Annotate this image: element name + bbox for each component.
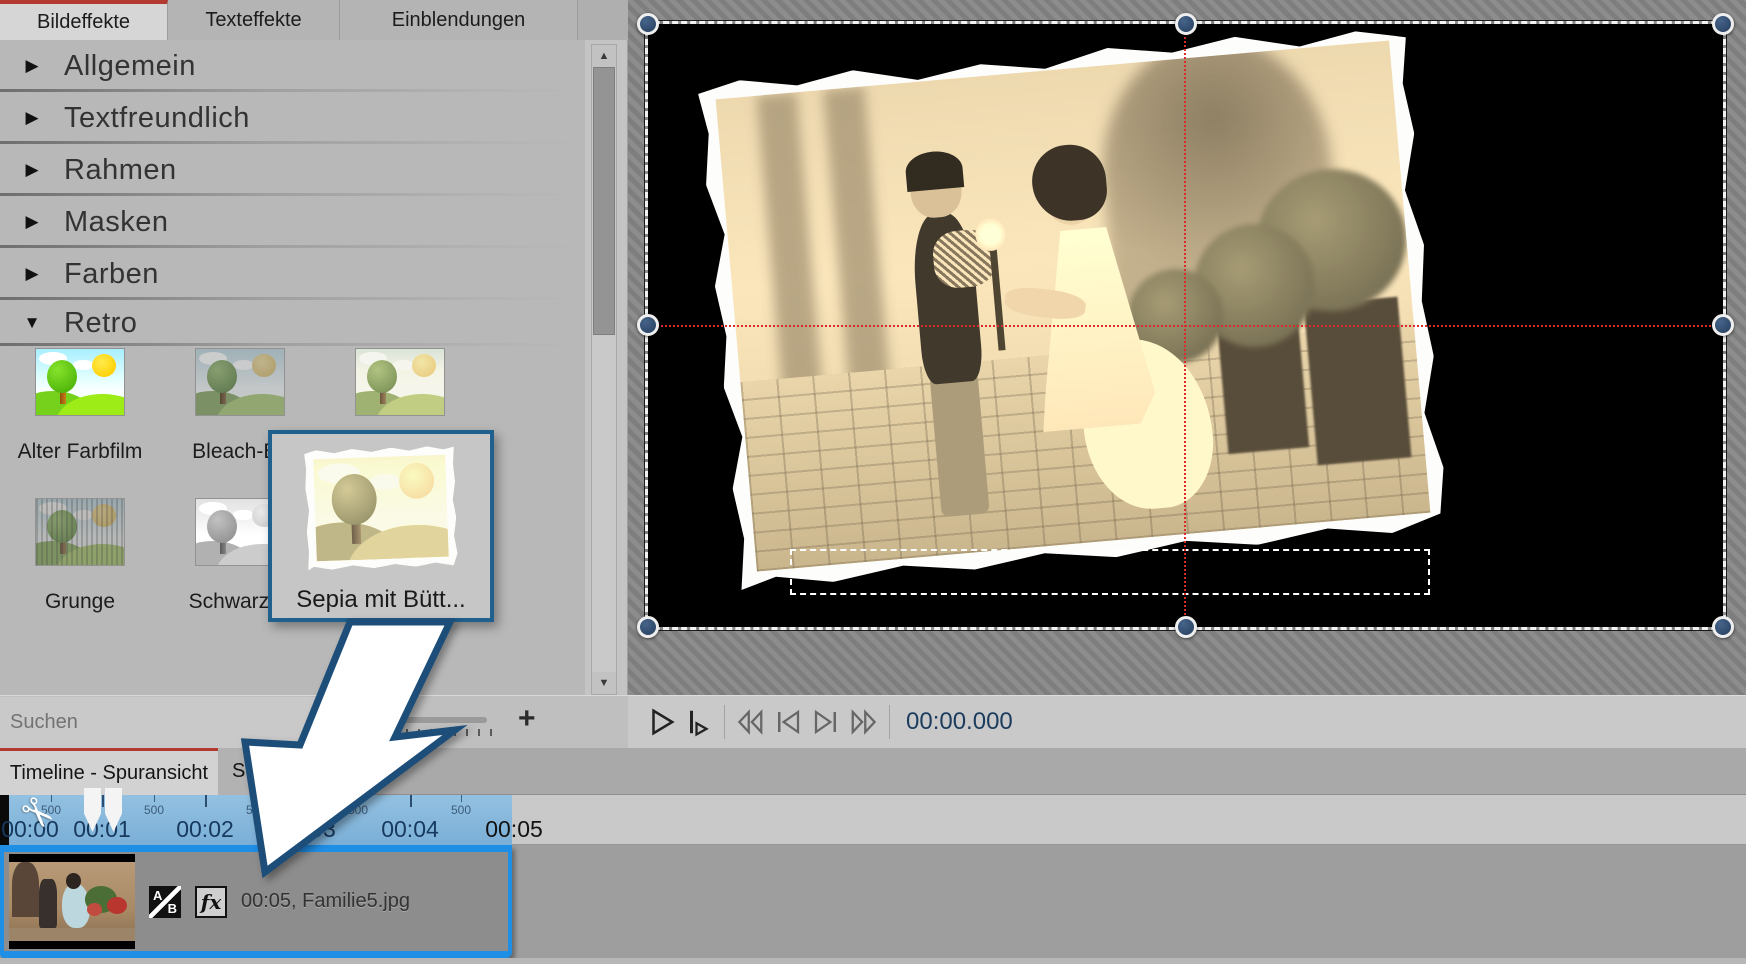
tab-label: Timeline - Spuransicht — [10, 762, 208, 785]
effect-faded[interactable] — [356, 349, 444, 415]
category-label: Retro — [64, 307, 137, 340]
fast-forward-icon — [848, 707, 880, 737]
effect-thumbnail — [36, 499, 124, 565]
ruler-time-label: 00:05 — [485, 816, 543, 843]
ruler-sub-label: 500 — [144, 803, 164, 817]
tab-einblendungen[interactable]: Einblendungen — [340, 0, 578, 40]
selection-handle-top-left[interactable] — [637, 13, 659, 35]
effect-thumbnail — [196, 349, 284, 415]
effect-alter-farbfilm[interactable] — [36, 349, 124, 415]
tab-timeline-spuransicht[interactable]: Timeline - Spuransicht — [0, 748, 218, 795]
text-ab-icon[interactable]: A B — [149, 886, 181, 918]
preview-canvas — [628, 0, 1746, 695]
app-window: Bildeffekte Texteffekte Einblendungen ▶ … — [0, 0, 1746, 964]
photo-familie5[interactable] — [697, 22, 1449, 590]
chevron-down-icon: ▼ — [0, 313, 64, 333]
tab-bildeffekte[interactable]: Bildeffekte — [0, 0, 168, 40]
play-from-cursor-icon — [684, 707, 714, 737]
effect-thumbnail — [36, 349, 124, 415]
fx-effects-icon[interactable]: fx — [195, 886, 227, 918]
effect-grunge[interactable] — [36, 499, 124, 565]
skip-start-icon — [772, 707, 804, 737]
scroll-up-button[interactable]: ▲ — [592, 45, 616, 67]
effect-bleach-bypass[interactable] — [196, 349, 284, 415]
chevron-right-icon: ▶ — [0, 212, 64, 232]
chevron-right-icon: ▶ — [0, 264, 64, 284]
category-label: Masken — [64, 206, 169, 239]
dragged-effect-sepia[interactable]: Sepia mit Bütt... — [268, 430, 494, 622]
tab-label: Bildeffekte — [37, 11, 130, 34]
dragged-effect-thumbnail — [304, 445, 458, 570]
rewind-button[interactable] — [731, 704, 769, 740]
center-guide-horizontal — [648, 325, 1723, 327]
play-from-position-button[interactable] — [680, 704, 718, 740]
effect-thumbnail — [356, 349, 444, 415]
category-textfreundlich[interactable]: ▶ Textfreundlich — [0, 92, 585, 144]
previous-frame-button[interactable] — [769, 704, 807, 740]
photo-content — [716, 40, 1431, 571]
play-icon — [646, 707, 676, 737]
selection-handle-bottom-center[interactable] — [1175, 616, 1197, 638]
clip-label: 00:05, Familie5.jpg — [241, 890, 410, 913]
scrollbar-thumb[interactable] — [593, 67, 615, 335]
play-button[interactable] — [642, 704, 680, 740]
text-placeholder-box[interactable] — [790, 549, 1430, 595]
playback-time: 00:00.000 — [906, 708, 1013, 736]
panel-scrollbar[interactable]: ▲ ▼ — [591, 44, 617, 695]
dragged-effect-label: Sepia mit Bütt... — [272, 586, 490, 614]
category-masken[interactable]: ▶ Masken — [0, 196, 585, 248]
chevron-right-icon: ▶ — [0, 108, 64, 128]
selection-handle-top-right[interactable] — [1712, 13, 1734, 35]
effect-label: Grunge — [0, 590, 160, 620]
selection-handle-top-center[interactable] — [1175, 13, 1197, 35]
zoom-in-button[interactable]: + — [518, 704, 536, 734]
category-label: Farben — [64, 258, 159, 291]
transport-bar: 00:00.000 — [628, 695, 1746, 748]
category-label: Allgemein — [64, 50, 196, 83]
clip-thumbnail — [9, 854, 135, 949]
selection-handle-bottom-left[interactable] — [637, 616, 659, 638]
selection-handle-bottom-right[interactable] — [1712, 616, 1734, 638]
arrow-up-icon: ▲ — [599, 50, 610, 62]
bottom-strip — [0, 958, 1746, 964]
scroll-down-button[interactable]: ▼ — [592, 672, 616, 694]
category-retro[interactable]: ▼ Retro — [0, 300, 585, 346]
chevron-right-icon: ▶ — [0, 56, 64, 76]
plus-icon: + — [518, 702, 536, 735]
category-rahmen[interactable]: ▶ Rahmen — [0, 144, 585, 196]
effect-label: Alter Farbfilm — [0, 440, 160, 470]
ruler-time-label: 00:01 — [73, 816, 131, 843]
slide-object[interactable] — [648, 24, 1723, 627]
category-label: Textfreundlich — [64, 102, 250, 135]
tab-texteffekte[interactable]: Texteffekte — [168, 0, 340, 40]
category-label: Rahmen — [64, 154, 177, 187]
effects-tab-bar: Bildeffekte Texteffekte Einblendungen — [0, 0, 628, 40]
next-frame-button[interactable] — [807, 704, 845, 740]
category-farben[interactable]: ▶ Farben — [0, 248, 585, 300]
fast-forward-button[interactable] — [845, 704, 883, 740]
clip-thumbnail-image — [9, 862, 135, 941]
tab-label: Texteffekte — [205, 9, 301, 32]
tab-label: Einblendungen — [392, 9, 525, 32]
separator — [889, 705, 890, 739]
separator — [724, 705, 725, 739]
selection-handle-middle-left[interactable] — [637, 314, 659, 336]
arrow-down-icon: ▼ — [599, 677, 610, 689]
category-allgemein[interactable]: ▶ Allgemein — [0, 40, 585, 92]
chevron-right-icon: ▶ — [0, 160, 64, 180]
selection-handle-middle-right[interactable] — [1712, 314, 1734, 336]
skip-end-icon — [810, 707, 842, 737]
rewind-icon — [734, 707, 766, 737]
drag-arrow — [215, 615, 475, 885]
